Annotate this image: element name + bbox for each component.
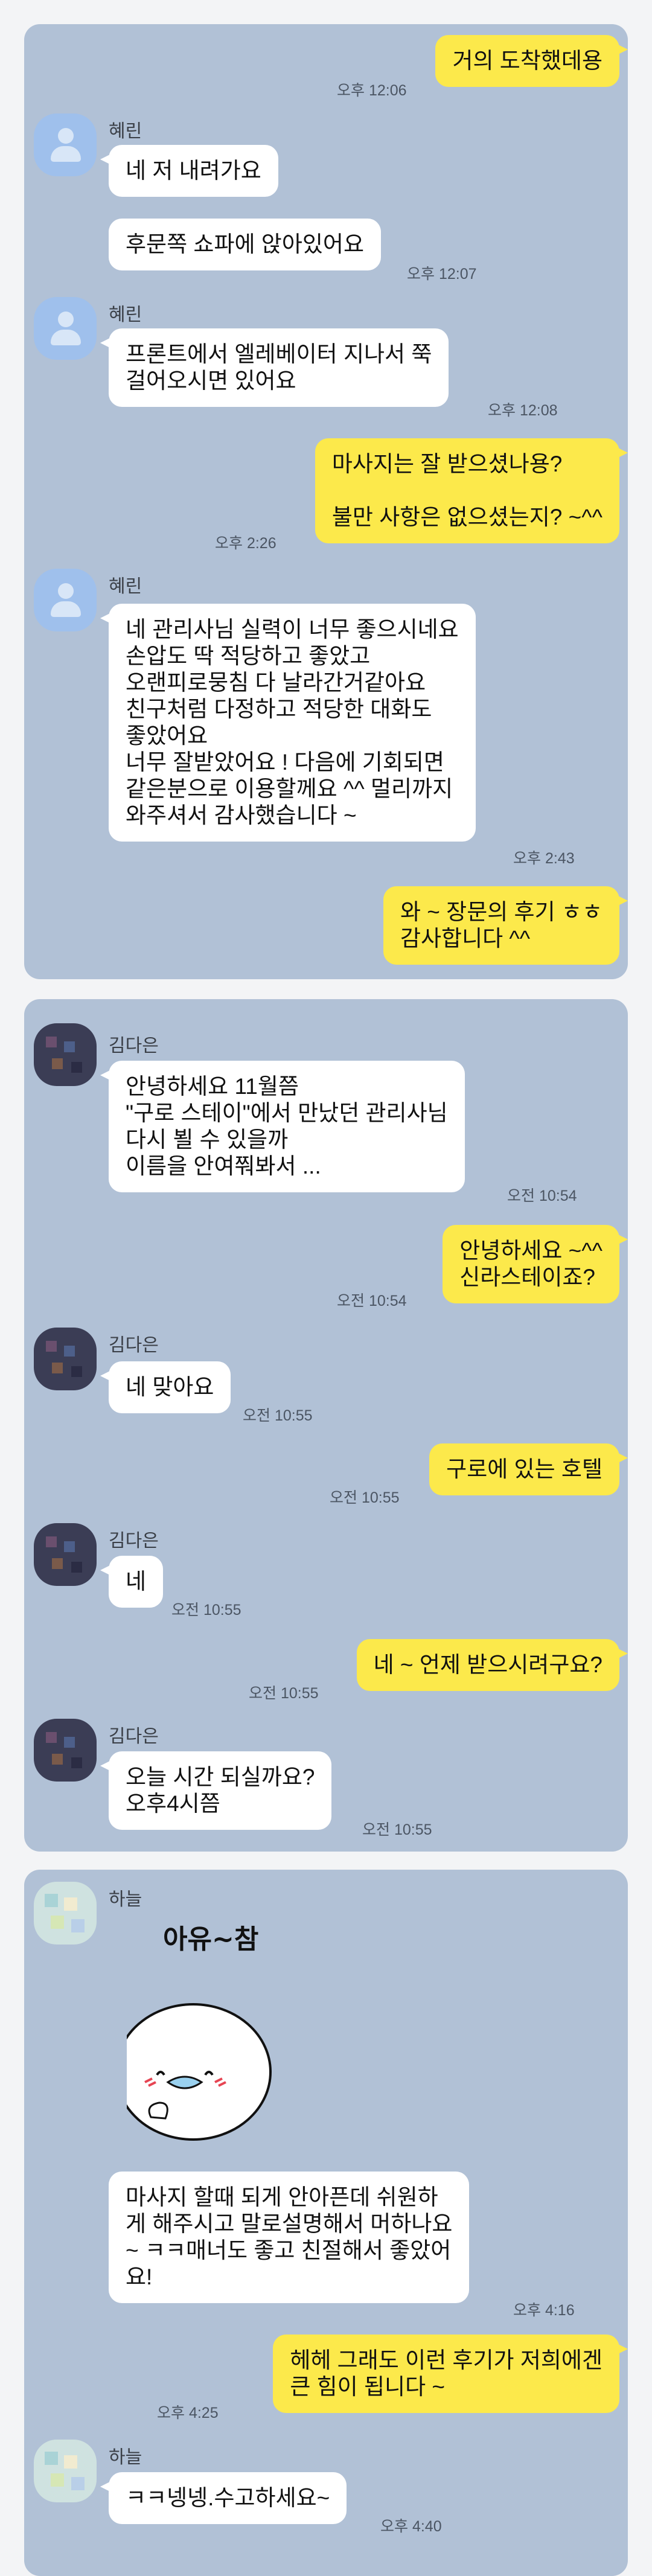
sender-name: 하늘	[109, 1890, 142, 1910]
message-bubble[interactable]: 거의 도착했데용	[435, 35, 628, 87]
avatar[interactable]	[34, 1523, 97, 1586]
message-bubble[interactable]: 와 ~ 장문의 후기 ㅎㅎ 감사합니다 ^^	[383, 886, 628, 965]
message-time: 오후 12:08	[488, 402, 558, 419]
sender-name: 혜린	[109, 121, 142, 141]
sticker-caption: 아유~참	[163, 1924, 258, 1955]
avatar[interactable]	[34, 1719, 97, 1782]
message-bubble[interactable]: 네 맞아요	[100, 1361, 231, 1413]
message-time: 오후 4:25	[157, 2405, 219, 2421]
message-time: 오전 10:55	[243, 1407, 313, 1424]
chat-panel-2: 김다은 안녕하세요 11월쯤 "구로 스테이"에서 만났던 관리사님 다시 뵐 …	[24, 999, 628, 1852]
sender-name: 혜린	[109, 577, 142, 596]
sticker-character-icon: 아유~참	[115, 1924, 272, 2141]
message-bubble[interactable]: 네	[100, 1556, 164, 1608]
message-bubble[interactable]: 안녕하세요 11월쯤 "구로 스테이"에서 만났던 관리사님 다시 뵐 수 있을…	[100, 1061, 465, 1192]
message-time: 오후 12:06	[337, 82, 407, 99]
sender-name: 하늘	[109, 2447, 142, 2467]
message-bubble[interactable]: 네 관리사님 실력이 너무 좋으시네요 손압도 딱 적당하고 좋았고 오랜피로뭉…	[100, 604, 476, 842]
chat-panel-1: 거의 도착했데용 오후 12:06 혜린 네 저 내려가요 후문쪽 쇼파에 앉아…	[24, 24, 628, 979]
message-bubble[interactable]: 마사지 할때 되게 안아픈데 쉬원하 게 해주시고 말로설명해서 머하나요 ~ …	[109, 2172, 470, 2303]
sender-name: 김다은	[109, 1727, 159, 1747]
message-bubble[interactable]: 오늘 시간 되실까요? 오후4시쯤	[100, 1751, 332, 1830]
message-bubble[interactable]: 안녕하세요 ~^^ 신라스테이죠?	[443, 1225, 628, 1303]
avatar[interactable]	[34, 297, 97, 360]
avatar[interactable]	[34, 569, 97, 631]
avatar[interactable]	[34, 1023, 97, 1086]
sender-name: 김다은	[109, 1335, 159, 1355]
message-bubble[interactable]: 마사지는 잘 받으셨나용? 불만 사항은 없으셨는지? ~^^	[315, 438, 628, 543]
avatar[interactable]	[34, 1882, 97, 1945]
message-bubble[interactable]: 후문쪽 쇼파에 앉아있어요	[109, 219, 381, 270]
message-bubble[interactable]: 헤헤 그래도 이런 후기가 저희에겐 큰 힘이 됩니다 ~	[273, 2335, 628, 2413]
avatar[interactable]	[34, 1328, 97, 1390]
message-bubble[interactable]: 네 ~ 언제 받으시려구요?	[356, 1639, 628, 1691]
message-bubble[interactable]: ㅋㅋ넹넹.수고하세요~	[100, 2472, 347, 2524]
message-time: 오후 2:43	[513, 850, 575, 867]
message-bubble[interactable]: 네 저 내려가요	[100, 145, 278, 197]
message-bubble[interactable]: 프론트에서 엘레베이터 지나서 쭉 걸어오시면 있어요	[100, 328, 449, 407]
emoticon-sticker[interactable]: 아유~참	[115, 1924, 320, 2141]
avatar[interactable]	[34, 113, 97, 176]
message-time: 오후 12:07	[407, 266, 477, 283]
message-time: 오후 2:26	[215, 535, 276, 552]
message-time: 오후 4:16	[513, 2302, 575, 2319]
message-time: 오전 10:55	[362, 1821, 432, 1838]
message-time: 오전 10:54	[507, 1187, 577, 1204]
message-time: 오전 10:55	[330, 1489, 400, 1506]
message-time: 오전 10:55	[171, 1602, 241, 1619]
message-time: 오후 4:40	[380, 2518, 442, 2535]
chat-panel-3: 하늘 아유~참 마사지 할때 되게 안아픈데 쉬원하 게 해주시고 말로설명해서…	[24, 1870, 628, 2576]
sender-name: 김다은	[109, 1531, 159, 1551]
avatar[interactable]	[34, 2440, 97, 2502]
message-time: 오전 10:54	[337, 1293, 407, 1309]
message-time: 오전 10:55	[249, 1685, 319, 1702]
sender-name: 혜린	[109, 305, 142, 325]
sender-name: 김다은	[109, 1036, 159, 1056]
message-bubble[interactable]: 구로에 있는 호텔	[429, 1443, 628, 1495]
